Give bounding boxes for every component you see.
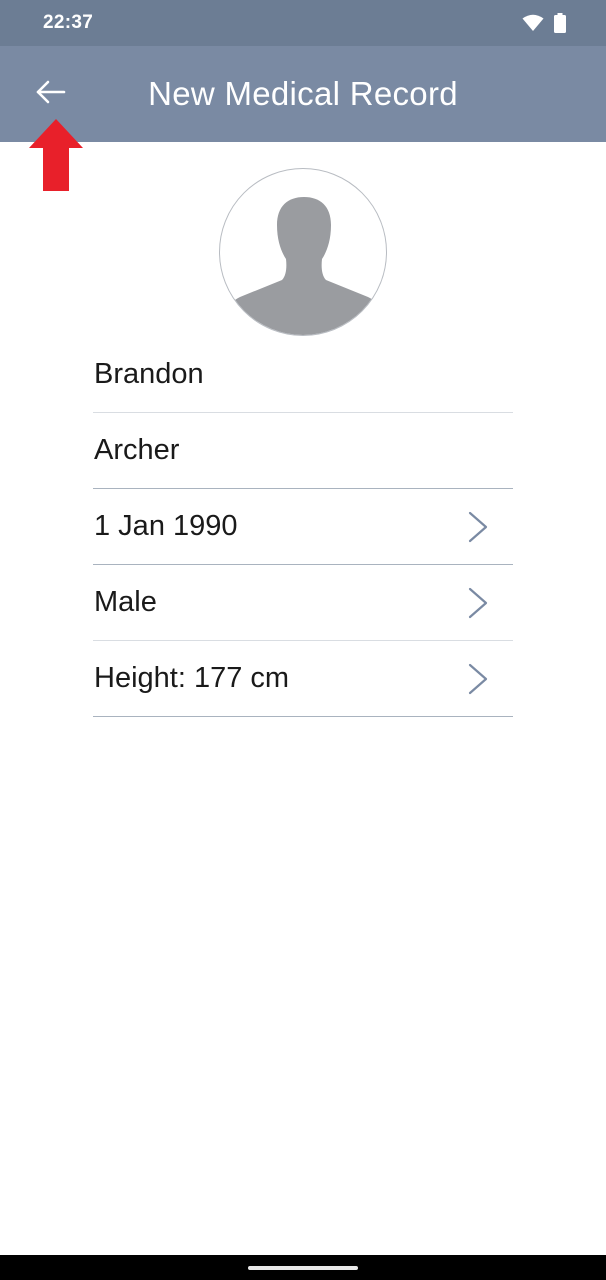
first-name-value: Brandon	[94, 358, 204, 390]
red-up-arrow-icon	[28, 118, 84, 192]
status-icons	[522, 13, 566, 38]
system-nav-bar	[0, 1255, 606, 1280]
app-bar: New Medical Record	[0, 46, 606, 142]
page-title: New Medical Record	[148, 75, 458, 112]
battery-icon	[554, 13, 566, 38]
record-form: Brandon Archer 1 Jan 1990 Male Height: 1…	[93, 337, 513, 717]
chevron-right-icon	[467, 663, 489, 695]
person-silhouette-icon	[220, 197, 386, 335]
last-name-value: Archer	[94, 434, 180, 466]
wifi-icon	[522, 14, 544, 37]
gender-row[interactable]: Male	[93, 565, 513, 641]
first-name-field[interactable]: Brandon	[93, 337, 513, 413]
home-indicator[interactable]	[248, 1266, 358, 1270]
chevron-right-icon	[467, 587, 489, 619]
birth-date-value: 1 Jan 1990	[94, 510, 238, 542]
status-bar: 22:37	[0, 0, 606, 46]
avatar[interactable]	[219, 168, 387, 336]
chevron-right-icon	[467, 511, 489, 543]
birth-date-row[interactable]: 1 Jan 1990	[93, 489, 513, 565]
height-row[interactable]: Height: 177 cm	[93, 641, 513, 717]
height-value: Height: 177 cm	[94, 662, 290, 694]
status-time: 22:37	[43, 12, 94, 33]
last-name-field[interactable]: Archer	[93, 413, 513, 489]
screen: 22:37 New Medical Record Brandon Archer …	[0, 0, 606, 1280]
gender-value: Male	[94, 586, 157, 618]
